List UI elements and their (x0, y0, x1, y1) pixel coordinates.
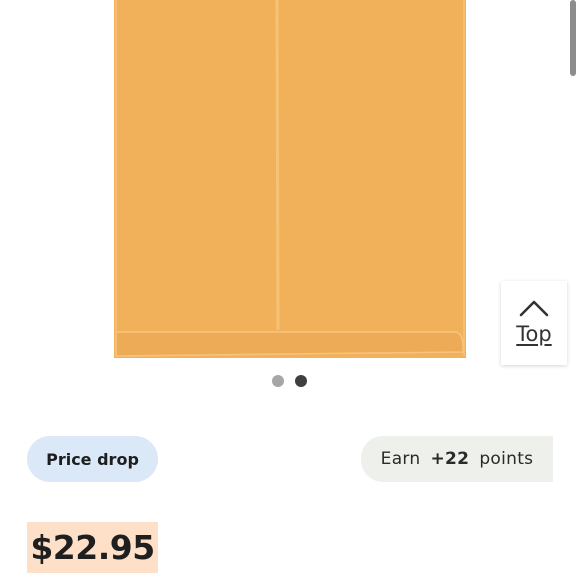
points-suffix: points (479, 449, 534, 469)
points-prefix: Earn (380, 449, 421, 469)
carousel-dot-1[interactable] (272, 375, 284, 387)
envelope-seam (275, 0, 280, 331)
carousel-dots (272, 375, 310, 388)
back-to-top-label: Top (516, 322, 552, 346)
chevron-up-icon (519, 300, 549, 317)
envelope-flap-edge (115, 331, 464, 357)
product-price: $22.95 (27, 522, 158, 573)
scrollbar-thumb[interactable] (570, 0, 576, 76)
price-drop-label: Price drop (46, 449, 139, 469)
manila-envelope (114, 0, 466, 358)
product-image[interactable] (114, 0, 466, 358)
product-detail-page: Top Price drop Earn +22 points $22.95 (0, 0, 580, 580)
envelope-front (116, 0, 464, 356)
carousel-dot-2-active[interactable] (295, 375, 307, 387)
points-value: +22 (430, 449, 470, 469)
price-drop-badge: Price drop (27, 436, 158, 482)
back-to-top-button[interactable]: Top (501, 281, 567, 365)
points-badge: Earn +22 points (361, 436, 553, 482)
